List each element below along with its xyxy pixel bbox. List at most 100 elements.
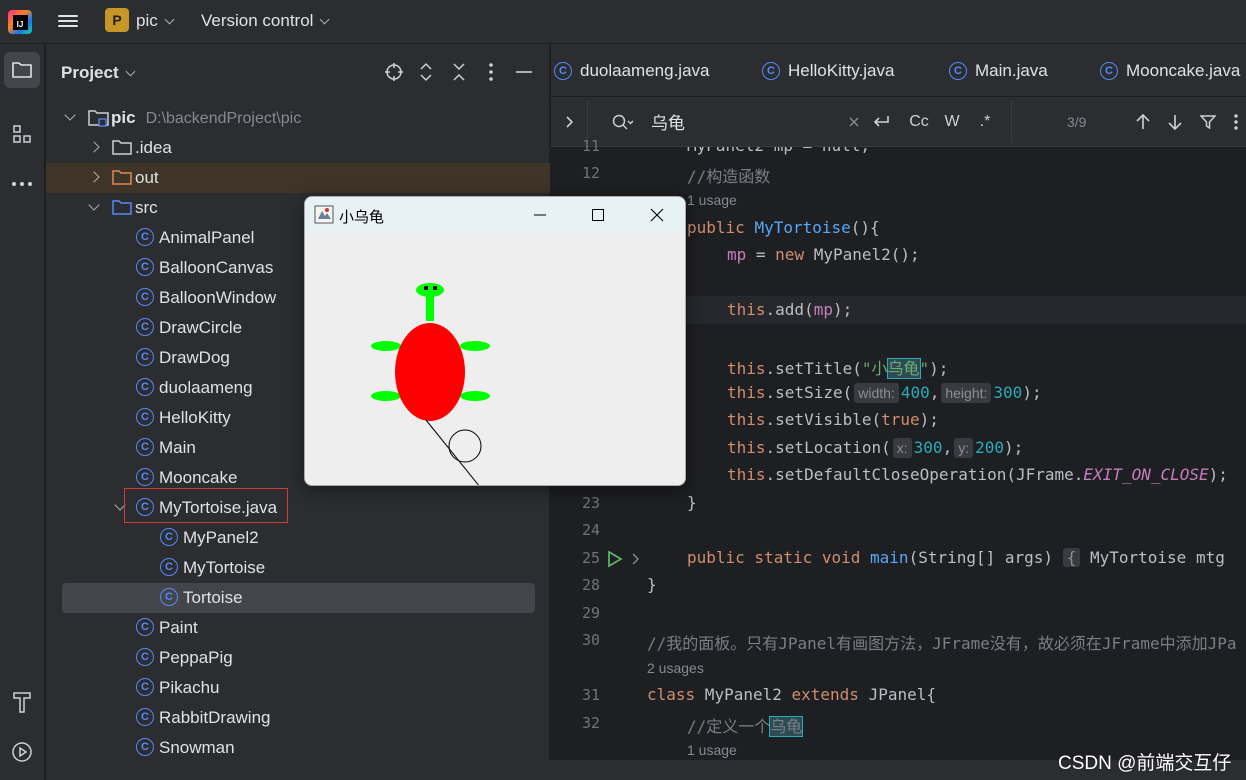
tree-item-class[interactable]: C RabbitDrawing <box>46 703 550 733</box>
project-panel-title: Project <box>61 63 119 82</box>
turtle-back-left-leg <box>371 391 401 401</box>
tree-item-class[interactable]: C Pikachu <box>46 673 550 703</box>
class-icon: C <box>136 258 154 276</box>
options-vertical-icon[interactable] <box>480 61 502 83</box>
tree-item-project-root[interactable]: pic D:\backendProject\pic <box>46 103 550 133</box>
code-line: //我的面板。只有JPanel有画图方法，JFrame没有，故必须在JFrame… <box>647 634 1237 653</box>
maximize-window-icon[interactable] <box>583 203 613 227</box>
search-icon[interactable] <box>611 109 635 135</box>
next-match-icon[interactable] <box>1165 109 1185 135</box>
folder-icon <box>12 62 32 78</box>
chevron-right-icon[interactable] <box>88 171 100 183</box>
chevron-down-icon[interactable] <box>64 109 76 121</box>
tree-item-label: RabbitDrawing <box>159 708 271 727</box>
class-icon: C <box>136 438 154 456</box>
chevron-right-icon[interactable] <box>88 141 100 153</box>
class-icon: C <box>136 318 154 336</box>
code-line: this.setSize(width: 400, height: 300); <box>727 383 1042 403</box>
code-line: class MyPanel2 extends JPanel{ <box>647 685 936 704</box>
services-tool-button[interactable] <box>4 734 40 770</box>
code-line: this.add(mp); <box>727 300 853 319</box>
chevron-down-icon[interactable] <box>114 499 126 511</box>
regex-toggle[interactable]: .* <box>973 109 997 135</box>
tree-item-class-selected[interactable]: C Tortoise <box>62 583 535 613</box>
tree-item-class[interactable]: C PeppaPig <box>46 643 550 673</box>
structure-tool-button[interactable] <box>4 116 40 152</box>
chevron-right-icon[interactable] <box>563 109 577 135</box>
line-number: 28 <box>581 576 600 594</box>
tree-item-label: DrawCircle <box>159 318 243 337</box>
tab-main[interactable]: C Main.java <box>949 44 1048 97</box>
turtle-right-eye <box>433 286 437 290</box>
minimize-window-icon[interactable] <box>525 203 555 227</box>
watermark: CSDN @前端交互仔 <box>1058 753 1232 774</box>
close-window-icon[interactable] <box>642 203 672 227</box>
locate-file-icon[interactable] <box>383 61 405 83</box>
usage-hint[interactable]: 1 usage <box>687 742 737 758</box>
tab-hellokitty[interactable]: C HelloKitty.java <box>762 44 894 97</box>
class-icon: C <box>136 468 154 486</box>
filter-icon[interactable] <box>1197 109 1219 135</box>
fold-expand-icon[interactable] <box>632 553 640 565</box>
tree-item-class[interactable]: C MyPanel2 <box>46 523 550 553</box>
class-icon: C <box>136 348 154 366</box>
whole-words-toggle[interactable]: W <box>940 109 964 135</box>
options-vertical-icon[interactable] <box>1229 109 1243 135</box>
tree-item-class[interactable]: C Snowman <box>46 733 550 763</box>
line-number: 12 <box>581 164 600 182</box>
tree-item-idea[interactable]: .idea <box>46 133 550 163</box>
swing-window-title: 小乌龟 <box>339 209 385 226</box>
usage-hint[interactable]: 2 usages <box>647 660 704 676</box>
tree-item-label: PeppaPig <box>159 648 233 667</box>
previous-match-icon[interactable] <box>1133 109 1153 135</box>
project-tool-button[interactable] <box>4 52 40 88</box>
chevron-down-icon[interactable] <box>88 199 100 211</box>
new-line-icon[interactable] <box>869 109 893 135</box>
build-tool-button[interactable] <box>4 684 40 720</box>
class-icon: C <box>160 588 178 606</box>
tree-item-class[interactable]: C Paint <box>46 613 550 643</box>
turtle-front-left-leg <box>371 341 401 351</box>
line-number: 30 <box>581 631 600 649</box>
separator <box>1011 101 1012 143</box>
tab-mooncake[interactable]: C Mooncake.java <box>1100 44 1240 97</box>
main-menu-icon[interactable] <box>58 12 78 30</box>
code-line: this.setDefaultCloseOperation(JFrame.EXI… <box>727 465 1228 484</box>
tree-item-file-mytortoise[interactable]: C MyTortoise.java <box>46 493 550 523</box>
project-view-selector[interactable]: Project <box>61 63 136 83</box>
collapse-all-icon[interactable] <box>448 61 470 83</box>
line-number: 11 <box>581 137 600 155</box>
match-case-toggle[interactable]: Cc <box>906 109 932 135</box>
tree-item-label: src <box>135 198 158 217</box>
tab-duolaameng[interactable]: Cduolaameng.java <box>554 44 709 97</box>
search-input[interactable]: 乌龟 <box>651 109 685 134</box>
class-icon: C <box>762 61 780 80</box>
project-panel-header: Project <box>46 44 550 100</box>
tree-item-class[interactable]: C MyTortoise <box>46 553 550 583</box>
usage-hint[interactable]: 1 usage <box>687 192 737 208</box>
line-number: 29 <box>581 604 600 622</box>
tree-item-label: Main <box>159 438 196 457</box>
class-icon: C <box>160 558 178 576</box>
chevron-down-icon <box>320 14 330 25</box>
code-editor[interactable]: MyPanel2 mp = null; //构造函数 1 usage publi… <box>645 147 1246 760</box>
tortoise-drawing-canvas <box>305 233 685 485</box>
expand-all-icon[interactable] <box>415 61 437 83</box>
code-line: } <box>647 575 657 594</box>
tree-item-label: MyTortoise.java <box>159 498 278 517</box>
tree-item-out[interactable]: out <box>46 163 550 193</box>
class-icon: C <box>136 378 154 396</box>
run-gutter-icon[interactable] <box>607 550 623 568</box>
version-control-menu[interactable]: Version control <box>201 11 330 31</box>
turtle-left-eye <box>424 286 428 290</box>
clear-search-icon[interactable] <box>845 109 863 135</box>
match-count: 3/9 <box>1067 114 1087 130</box>
swing-window-titlebar[interactable]: 小乌龟 <box>305 197 685 233</box>
project-switcher[interactable]: pic <box>136 11 175 31</box>
line-number: 24 <box>581 521 600 539</box>
more-tools-button[interactable] <box>4 166 40 202</box>
java-swing-window[interactable]: 小乌龟 <box>304 196 686 486</box>
code-line: //定义一个乌龟 <box>687 716 804 737</box>
minimize-panel-icon[interactable] <box>513 61 535 83</box>
turtle-head <box>416 283 444 297</box>
